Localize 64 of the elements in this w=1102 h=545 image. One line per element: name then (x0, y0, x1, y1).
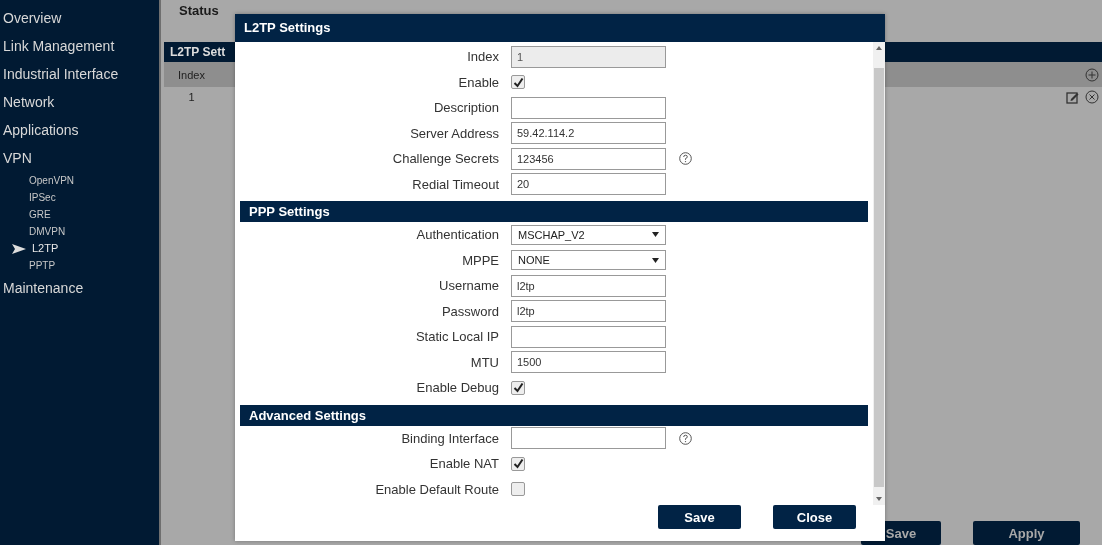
sidebar-subitem[interactable]: L2TP (0, 240, 59, 257)
sidebar-subitem[interactable]: OpenVPN (0, 172, 75, 189)
field-label: MPPE (462, 252, 499, 268)
dialog-title: L2TP Settings (235, 14, 885, 42)
sidebar-item[interactable]: Overview (0, 4, 62, 32)
field-label: Enable Default Route (375, 481, 499, 497)
sidebar-subitem[interactable]: GRE (0, 206, 51, 223)
field-label: Password (441, 303, 499, 319)
field-label: Server Address (410, 125, 499, 141)
text-field[interactable] (511, 427, 666, 450)
delete-icon[interactable] (1085, 90, 1099, 104)
dialog-button[interactable]: Save (658, 505, 741, 529)
checkbox[interactable] (511, 482, 525, 497)
sidebar-item[interactable]: Applications (0, 116, 79, 144)
field-label: MTU (470, 354, 499, 370)
status-tab[interactable]: Status (179, 2, 219, 18)
caret-icon (652, 232, 659, 238)
text-field[interactable]: 59.42.114.2 (511, 122, 666, 145)
checkbox[interactable] (511, 380, 525, 395)
table-cell-text: 1 (187, 91, 196, 103)
sidebar-item[interactable]: VPN (0, 144, 32, 172)
field-label: Enable NAT (429, 456, 499, 472)
field-label: Challenge Secrets (392, 151, 499, 167)
help-icon[interactable] (679, 431, 692, 445)
sidebar-item[interactable]: Network (0, 88, 55, 116)
text-field[interactable]: l2tp (511, 300, 666, 323)
field-label: Static Local IP (415, 329, 499, 345)
field-label: Binding Interface (401, 430, 499, 446)
scroll-up-icon[interactable] (876, 46, 882, 50)
arrow-icon (12, 243, 26, 254)
scroll-down-icon[interactable] (876, 497, 882, 501)
scrollbar[interactable] (873, 42, 885, 505)
text-field[interactable] (511, 325, 666, 348)
sidebar-subitem[interactable]: PPTP (0, 257, 56, 274)
field-label: Description (433, 100, 499, 116)
help-icon[interactable] (679, 152, 692, 166)
text-field[interactable] (511, 96, 666, 119)
field-label: Index (467, 49, 499, 65)
sidebar-subitem[interactable]: IPSec (0, 189, 56, 206)
field-label: Username (439, 278, 499, 294)
edit-icon[interactable] (1066, 90, 1079, 104)
sidebar-item[interactable]: Industrial Interface (0, 60, 119, 88)
caret-icon (652, 257, 659, 263)
checkbox[interactable] (511, 456, 525, 471)
text-field[interactable]: 1500 (511, 351, 666, 374)
field-label: Enable Debug (416, 380, 499, 396)
text-field[interactable]: l2tp (511, 274, 666, 297)
field-label: Authentication (416, 227, 499, 243)
text-field[interactable]: 123456 (511, 147, 666, 170)
field-label: Redial Timeout (412, 176, 499, 192)
page-button[interactable]: Apply (973, 521, 1080, 545)
column-header: Index (177, 68, 206, 81)
dialog-button[interactable]: Close (773, 505, 856, 529)
field-label: Enable (458, 74, 499, 90)
add-icon[interactable] (1085, 67, 1099, 82)
sidebar-subitem[interactable]: DMVPN (0, 223, 66, 240)
section-header: PPP Settings (240, 201, 868, 222)
checkbox[interactable] (511, 75, 525, 90)
section-header: Advanced Settings (240, 404, 868, 426)
sidebar-item[interactable]: Link Management (0, 32, 115, 60)
dropdown[interactable]: NONE (511, 250, 666, 271)
sidebar-item[interactable]: Maintenance (0, 274, 84, 302)
dropdown[interactable]: MSCHAP_V2 (511, 224, 666, 245)
text-field[interactable]: 20 (511, 173, 666, 196)
